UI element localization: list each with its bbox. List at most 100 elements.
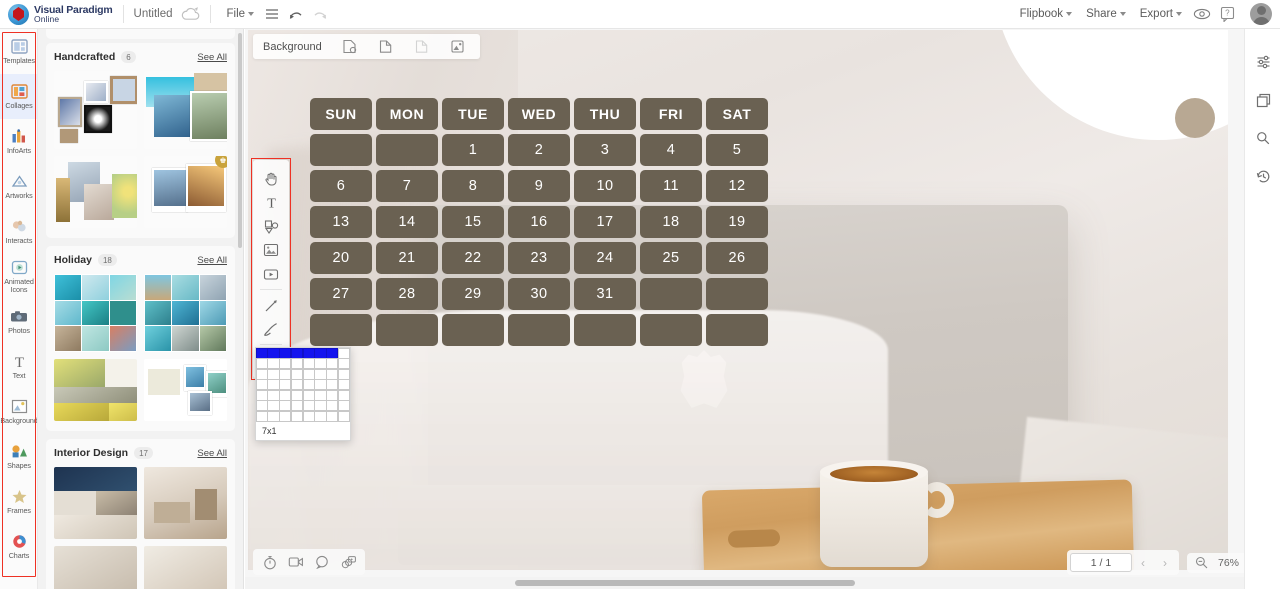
calendar-day-cell[interactable]: 27	[310, 278, 372, 310]
calendar-day-cell[interactable]: 22	[442, 242, 504, 274]
calendar-day-cell[interactable]: 10	[574, 170, 636, 202]
template-thumbnail[interactable]	[144, 359, 227, 421]
canvas-horizontal-scrollbar[interactable]	[245, 577, 1280, 589]
table-size-cell[interactable]	[302, 358, 315, 369]
record-video-icon[interactable]	[284, 550, 308, 574]
template-thumbnail[interactable]	[54, 467, 137, 539]
calendar-day-cell[interactable]: 17	[574, 206, 636, 238]
template-thumbnail[interactable]	[144, 546, 227, 589]
calendar-table[interactable]: SUN MON TUE WED THU FRI SAT 1 2 3 4 5 6 …	[310, 98, 813, 350]
calendar-day-cell[interactable]: 11	[640, 170, 702, 202]
canvas-area[interactable]: SUN MON TUE WED THU FRI SAT 1 2 3 4 5 6 …	[245, 29, 1280, 589]
table-size-cell[interactable]	[255, 379, 268, 390]
table-size-cell[interactable]	[255, 410, 268, 422]
table-size-cell[interactable]	[255, 400, 268, 411]
calendar-day-cell[interactable]	[442, 314, 504, 346]
next-page-button[interactable]: ›	[1154, 553, 1176, 572]
calendar-day-cell[interactable]: 28	[376, 278, 438, 310]
history-icon[interactable]	[1245, 157, 1280, 195]
calendar-day-cell[interactable]	[706, 314, 768, 346]
flipbook-menu[interactable]: Flipbook	[1014, 4, 1078, 24]
animation-icon[interactable]	[336, 550, 360, 574]
table-size-cell[interactable]	[326, 410, 339, 422]
table-size-cell[interactable]	[326, 358, 339, 369]
zoom-level-value[interactable]: 76%	[1215, 557, 1242, 569]
table-size-cell[interactable]	[255, 389, 268, 401]
table-size-grid[interactable]	[255, 347, 350, 422]
calendar-day-cell[interactable]: 20	[310, 242, 372, 274]
table-size-cell[interactable]	[255, 358, 268, 369]
table-size-cell[interactable]	[302, 379, 315, 390]
sidebar-item-shapes[interactable]: Shapes	[0, 434, 37, 479]
calendar-day-cell[interactable]: 8	[442, 170, 504, 202]
calendar-day-cell[interactable]: 21	[376, 242, 438, 274]
sidebar-item-templates[interactable]: Templates	[0, 29, 37, 74]
see-all-link[interactable]: See All	[197, 255, 227, 266]
template-thumbnail[interactable]: ♚	[144, 156, 227, 228]
calendar-day-cell[interactable]: 30	[508, 278, 570, 310]
sidebar-item-artworks[interactable]: Artworks	[0, 164, 37, 209]
table-size-cell[interactable]	[279, 410, 292, 422]
calendar-day-cell[interactable]: 9	[508, 170, 570, 202]
preview-eye-icon[interactable]	[1190, 2, 1214, 26]
calendar-day-cell[interactable]: 31	[574, 278, 636, 310]
sidebar-item-infoarts[interactable]: InfoArts	[0, 119, 37, 164]
table-size-cell[interactable]	[337, 358, 350, 369]
calendar-day-cell[interactable]: 7	[376, 170, 438, 202]
calendar-weekday-cell[interactable]: WED	[508, 98, 570, 130]
table-size-cell[interactable]	[314, 410, 327, 422]
table-size-cell[interactable]	[279, 358, 292, 369]
export-menu[interactable]: Export	[1134, 4, 1188, 24]
sidebar-item-background[interactable]: Background	[0, 389, 37, 434]
table-size-cell[interactable]	[279, 379, 292, 390]
calendar-day-cell[interactable]	[640, 314, 702, 346]
calendar-weekday-cell[interactable]: FRI	[640, 98, 702, 130]
template-thumbnail[interactable]	[54, 359, 137, 421]
sidebar-item-interacts[interactable]: Interacts	[0, 209, 37, 254]
table-size-cell[interactable]	[314, 368, 327, 380]
table-size-cell[interactable]	[337, 347, 350, 359]
shapes-tool[interactable]	[253, 214, 289, 238]
app-logo[interactable]: Visual Paradigm Online	[0, 3, 113, 25]
comment-icon[interactable]	[310, 550, 334, 574]
sidebar-item-charts[interactable]: Charts	[0, 524, 37, 569]
table-size-cell[interactable]	[337, 368, 350, 380]
panel-scrollbar[interactable]	[238, 33, 242, 248]
panel-scroll-area[interactable]: Handcrafted 6 See All ♚ Holiday 18 See A…	[38, 29, 243, 589]
template-thumbnail[interactable]	[144, 274, 227, 352]
calendar-day-cell[interactable]: 24	[574, 242, 636, 274]
calendar-day-cell[interactable]: 23	[508, 242, 570, 274]
calendar-day-cell[interactable]	[508, 314, 570, 346]
template-thumbnail[interactable]	[144, 467, 227, 539]
table-size-cell[interactable]	[326, 379, 339, 390]
text-tool[interactable]: T	[253, 190, 289, 214]
calendar-day-cell[interactable]	[310, 314, 372, 346]
calendar-day-cell[interactable]	[376, 314, 438, 346]
layers-icon[interactable]	[1245, 81, 1280, 119]
see-all-link[interactable]: See All	[197, 448, 227, 459]
undo-icon[interactable]	[284, 2, 308, 26]
table-size-cell[interactable]	[314, 379, 327, 390]
table-size-cell[interactable]	[267, 358, 280, 369]
table-size-cell[interactable]	[279, 389, 292, 401]
share-menu[interactable]: Share	[1080, 4, 1132, 24]
video-tool[interactable]	[253, 262, 289, 286]
table-size-cell[interactable]	[337, 400, 350, 411]
replace-image-icon[interactable]	[374, 35, 398, 59]
table-size-cell[interactable]	[267, 368, 280, 380]
table-size-cell[interactable]	[337, 389, 350, 401]
table-size-cell[interactable]	[267, 400, 280, 411]
table-size-cell[interactable]	[302, 400, 315, 411]
template-thumbnail[interactable]	[144, 71, 227, 149]
table-size-cell[interactable]	[267, 379, 280, 390]
calendar-weekday-cell[interactable]: TUE	[442, 98, 504, 130]
table-size-cell[interactable]	[326, 368, 339, 380]
image-effects-icon[interactable]	[446, 35, 470, 59]
table-size-cell[interactable]	[290, 389, 303, 401]
calendar-weekday-cell[interactable]: SAT	[706, 98, 768, 130]
table-size-cell[interactable]	[255, 347, 268, 359]
table-size-cell[interactable]	[326, 389, 339, 401]
table-size-cell[interactable]	[290, 410, 303, 422]
table-size-cell[interactable]	[267, 410, 280, 422]
timer-icon[interactable]	[258, 550, 282, 574]
